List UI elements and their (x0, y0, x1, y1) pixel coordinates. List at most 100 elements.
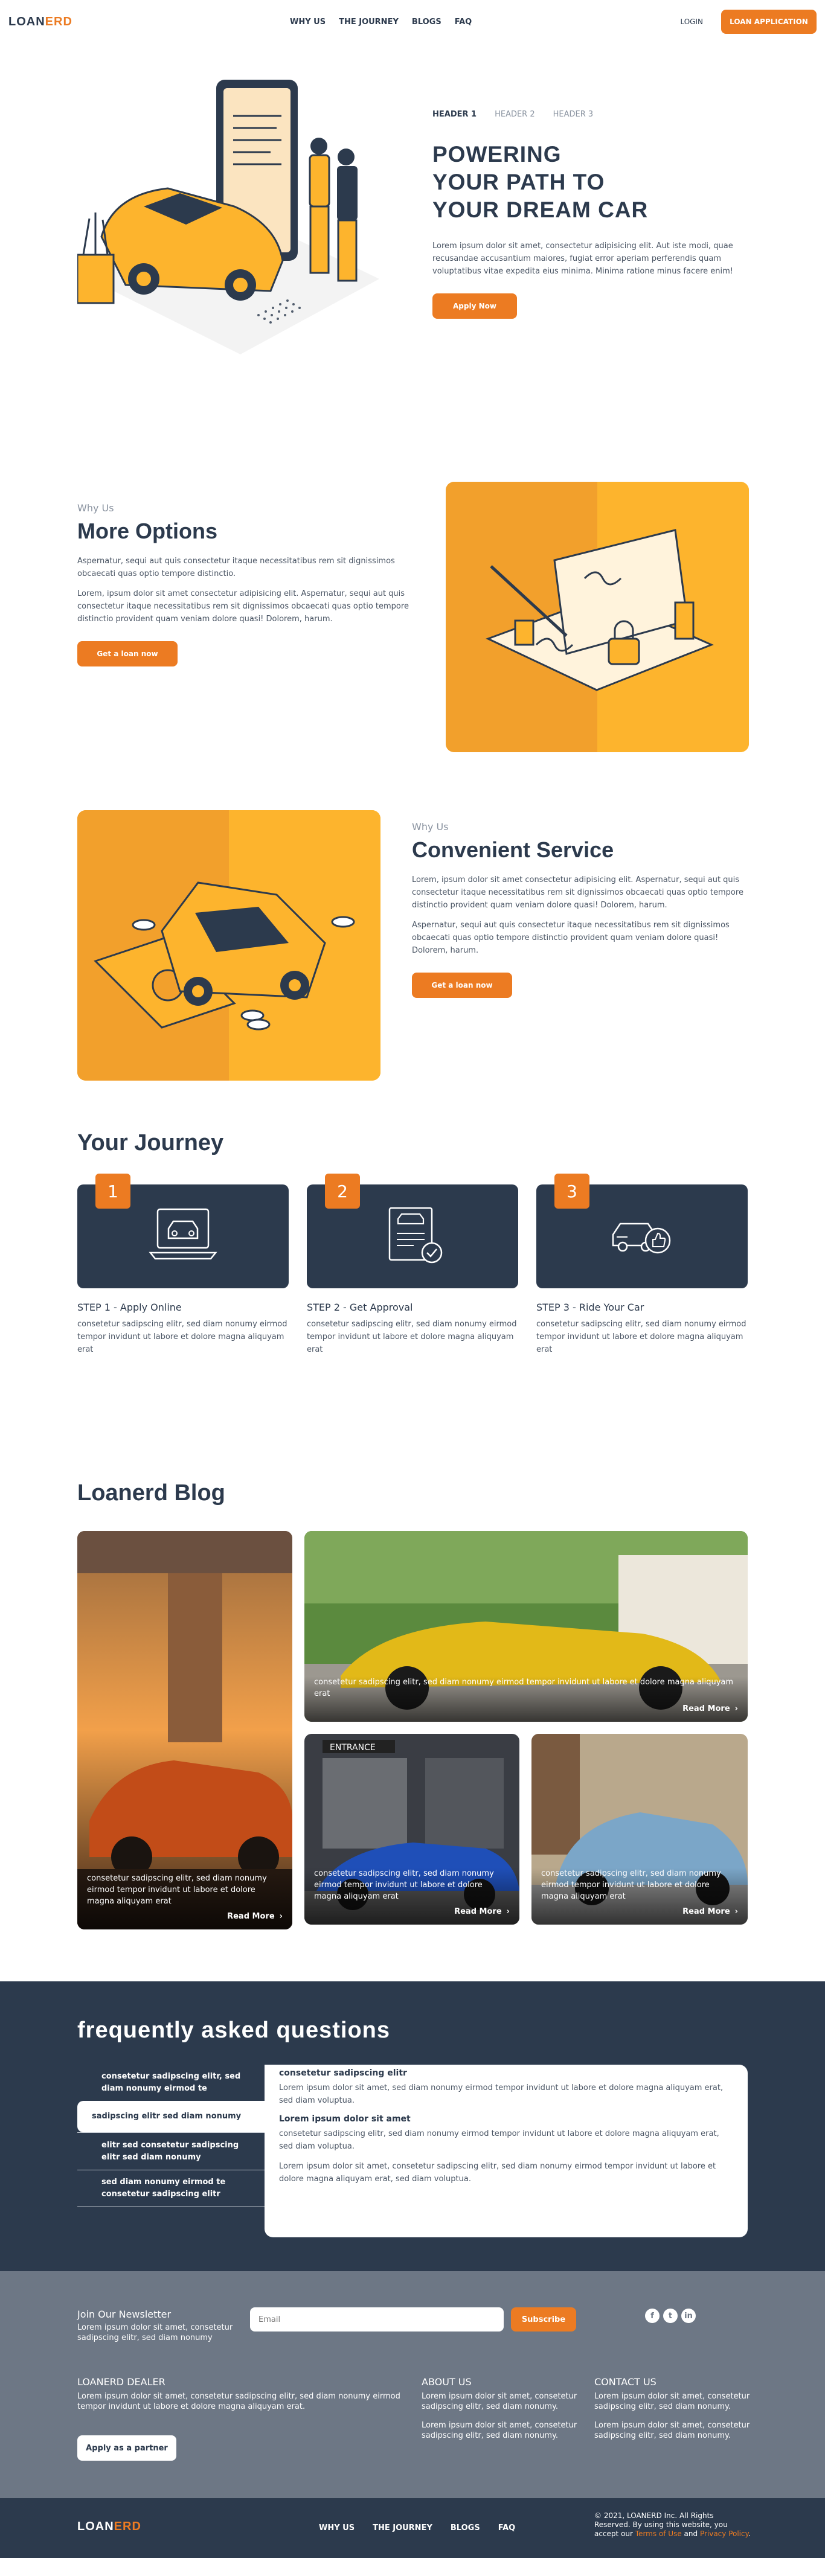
dealer-block: LOANERD DEALER Lorem ipsum dolor sit ame… (77, 2376, 403, 2412)
convenient-service-section: Why Us Convenient Service Lorem, ipsum d… (0, 732, 825, 1094)
read-more-3[interactable]: Read More › (314, 1907, 510, 1916)
about-text-1: Lorem ipsum dolor sit amet, consetetur s… (422, 2392, 577, 2411)
footer-link-why-us[interactable]: WHY US (319, 2523, 355, 2533)
journey-step-2: 2 STEP 2 - Get Approval consetetur sadip… (307, 1174, 518, 1356)
journey-steps: 1 STEP 1 - Apply Online consetetur sadip… (77, 1174, 748, 1356)
contact-title: CONTACT US (594, 2376, 656, 2388)
blog-section: Loanerd Blog consetetur sadipscing elitr… (0, 1468, 825, 1981)
faq-answer-panel: consetetur sadipscing elitr Lorem ipsum … (265, 2065, 748, 2237)
footer-logo[interactable]: LOANERD (77, 2520, 141, 2534)
hero-illustration (77, 80, 379, 354)
terms-link[interactable]: Terms of Use (635, 2530, 682, 2538)
footer-link-blogs[interactable]: BLOGS (451, 2523, 480, 2533)
blog-card-1[interactable]: consetetur sadipscing elitr, sed diam no… (77, 1531, 292, 1929)
read-more-4[interactable]: Read More › (541, 1907, 738, 1916)
blog-card-3[interactable]: ENTRANCE consetetur sadipscing elitr, se… (304, 1734, 519, 1925)
chevron-right-icon: › (506, 1907, 510, 1916)
read-more-label-1: Read More (227, 1912, 275, 1921)
faq-menu: consetetur sadipscing elitr, sed diam no… (77, 2065, 265, 2237)
faq-question-4[interactable]: sed diam nonumy eirmod te consetetur sad… (77, 2170, 265, 2207)
journey-title: Your Journey (77, 1130, 224, 1155)
dealer-description: Lorem ipsum dolor sit amet, consetetur s… (77, 2392, 400, 2411)
approved-document-icon (388, 1207, 443, 1264)
hero-tabs: HEADER 1 HEADER 2 HEADER 3 (432, 110, 746, 119)
nav-link-blogs[interactable]: BLOGS (412, 18, 441, 27)
facebook-icon[interactable]: f (645, 2309, 660, 2323)
footer-links: WHY US THE JOURNEY BLOGS FAQ (319, 2523, 515, 2533)
service-paragraph-1: Lorem, ipsum dolor sit amet consectetur … (412, 875, 743, 910)
hero-tab-1[interactable]: HEADER 1 (432, 110, 477, 119)
faq-question-2[interactable]: sadipscing elitr sed diam nonumy (77, 2101, 265, 2132)
linkedin-icon[interactable]: in (681, 2309, 696, 2323)
contact-text-1: Lorem ipsum dolor sit amet, consetetur s… (594, 2392, 750, 2411)
laptop-car-icon (149, 1208, 217, 1260)
hero-tab-3[interactable]: HEADER 3 (553, 110, 594, 119)
newsletter-email-input[interactable] (250, 2307, 504, 2332)
logo-right: ERD (45, 14, 72, 28)
blog-text-3: consetetur sadipscing elitr, sed diam no… (314, 1869, 494, 1901)
more-options-text: Why Us More Options Aspernatur, sequi au… (77, 502, 416, 666)
logo-left: LOAN (8, 14, 45, 28)
dealer-title: LOANERD DEALER (77, 2376, 165, 2388)
footer-bottom: LOANERD WHY US THE JOURNEY BLOGS FAQ © 2… (0, 2498, 825, 2558)
read-more-2[interactable]: Read More › (314, 1704, 738, 1713)
faq-answer-text-2: consetetur sadipscing elitr, sed diam no… (279, 2129, 719, 2151)
step-desc-1: consetetur sadipscing elitr, sed diam no… (77, 1320, 287, 1354)
hero-text: HEADER 1 HEADER 2 HEADER 3 POWERING YOUR… (432, 110, 746, 319)
faq-box: consetetur sadipscing elitr, sed diam no… (77, 2065, 748, 2237)
copyright-text: © 2021, LOANERD Inc. All Rights Reserved… (594, 2511, 751, 2539)
apply-partner-button[interactable]: Apply as a partner (77, 2435, 176, 2461)
step-number-3: 3 (554, 1174, 589, 1209)
get-loan-button-2[interactable]: Get a loan now (412, 973, 512, 998)
blog-card-4[interactable]: consetetur sadipscing elitr, sed diam no… (531, 1734, 748, 1925)
blog-title: Loanerd Blog (77, 1480, 225, 1506)
options-paragraph-1: Aspernatur, sequi aut quis consectetur i… (77, 557, 395, 578)
get-loan-button-1[interactable]: Get a loan now (77, 641, 178, 666)
privacy-link[interactable]: Privacy Policy (700, 2530, 748, 2538)
service-title: Convenient Service (412, 837, 614, 862)
blog-card-2[interactable]: consetetur sadipscing elitr, sed diam no… (304, 1531, 748, 1722)
logo[interactable]: LOANERD (8, 15, 72, 29)
faq-question-1[interactable]: consetetur sadipscing elitr, sed diam no… (77, 2065, 265, 2101)
step-card-3: 3 (536, 1174, 748, 1288)
options-title: More Options (77, 519, 217, 543)
footer-link-journey[interactable]: THE JOURNEY (373, 2523, 432, 2533)
step-title-3: STEP 3 - Ride Your Car (536, 1302, 644, 1313)
login-link[interactable]: LOGIN (680, 18, 703, 26)
step-title-1: STEP 1 - Apply Online (77, 1302, 182, 1313)
copyright-and: and (681, 2530, 700, 2538)
subscribe-button[interactable]: Subscribe (511, 2307, 576, 2332)
apply-now-button[interactable]: Apply Now (432, 293, 517, 319)
journey-step-3: 3 STEP 3 - Ride Your Car consetetur sadi… (536, 1174, 748, 1356)
contact-text-2: Lorem ipsum dolor sit amet, consetetur s… (594, 2421, 750, 2440)
footer-link-faq[interactable]: FAQ (498, 2523, 516, 2533)
twitter-icon[interactable]: t (663, 2309, 678, 2323)
footer-logo-right: ERD (114, 2520, 141, 2533)
journey-section: Your Journey 1 STEP 1 - Apply Online con… (0, 1094, 825, 1468)
blog-card-1-overlay: consetetur sadipscing elitr, sed diam no… (77, 1873, 292, 1929)
step-number-2: 2 (325, 1174, 360, 1209)
read-more-1[interactable]: Read More › (87, 1912, 283, 1921)
faq-answer-heading-2: Lorem ipsum dolor sit amet (279, 2114, 411, 2124)
step-card-1: 1 (77, 1174, 289, 1288)
chevron-right-icon: › (734, 1704, 738, 1713)
top-nav: LOANERD WHY US THE JOURNEY BLOGS FAQ LOG… (0, 0, 825, 43)
options-illustration (446, 482, 749, 752)
car-thumbs-up-icon (612, 1222, 671, 1254)
nav-link-why-us[interactable]: WHY US (290, 18, 326, 27)
step-title-2: STEP 2 - Get Approval (307, 1302, 413, 1313)
copyright-dot: . (748, 2530, 751, 2538)
loan-application-button[interactable]: LOAN APPLICATION (721, 10, 817, 34)
faq-section: frequently asked questions consetetur sa… (0, 1981, 825, 2271)
blog-text-4: consetetur sadipscing elitr, sed diam no… (541, 1869, 721, 1901)
blog-card-2-overlay: consetetur sadipscing elitr, sed diam no… (304, 1676, 748, 1722)
step-desc-2: consetetur sadipscing elitr, sed diam no… (307, 1320, 517, 1354)
footer-logo-left: LOAN (77, 2520, 114, 2533)
more-options-section: Why Us More Options Aspernatur, sequi au… (0, 376, 825, 752)
faq-answer-heading-1: consetetur sadipscing elitr (279, 2068, 407, 2078)
nav-link-journey[interactable]: THE JOURNEY (339, 18, 399, 27)
faq-question-3[interactable]: elitr sed consetetur sadipscing elitr se… (77, 2132, 265, 2170)
nav-link-faq[interactable]: FAQ (455, 18, 472, 27)
hero-tab-2[interactable]: HEADER 2 (495, 110, 535, 119)
read-more-label-2: Read More (682, 1704, 730, 1713)
